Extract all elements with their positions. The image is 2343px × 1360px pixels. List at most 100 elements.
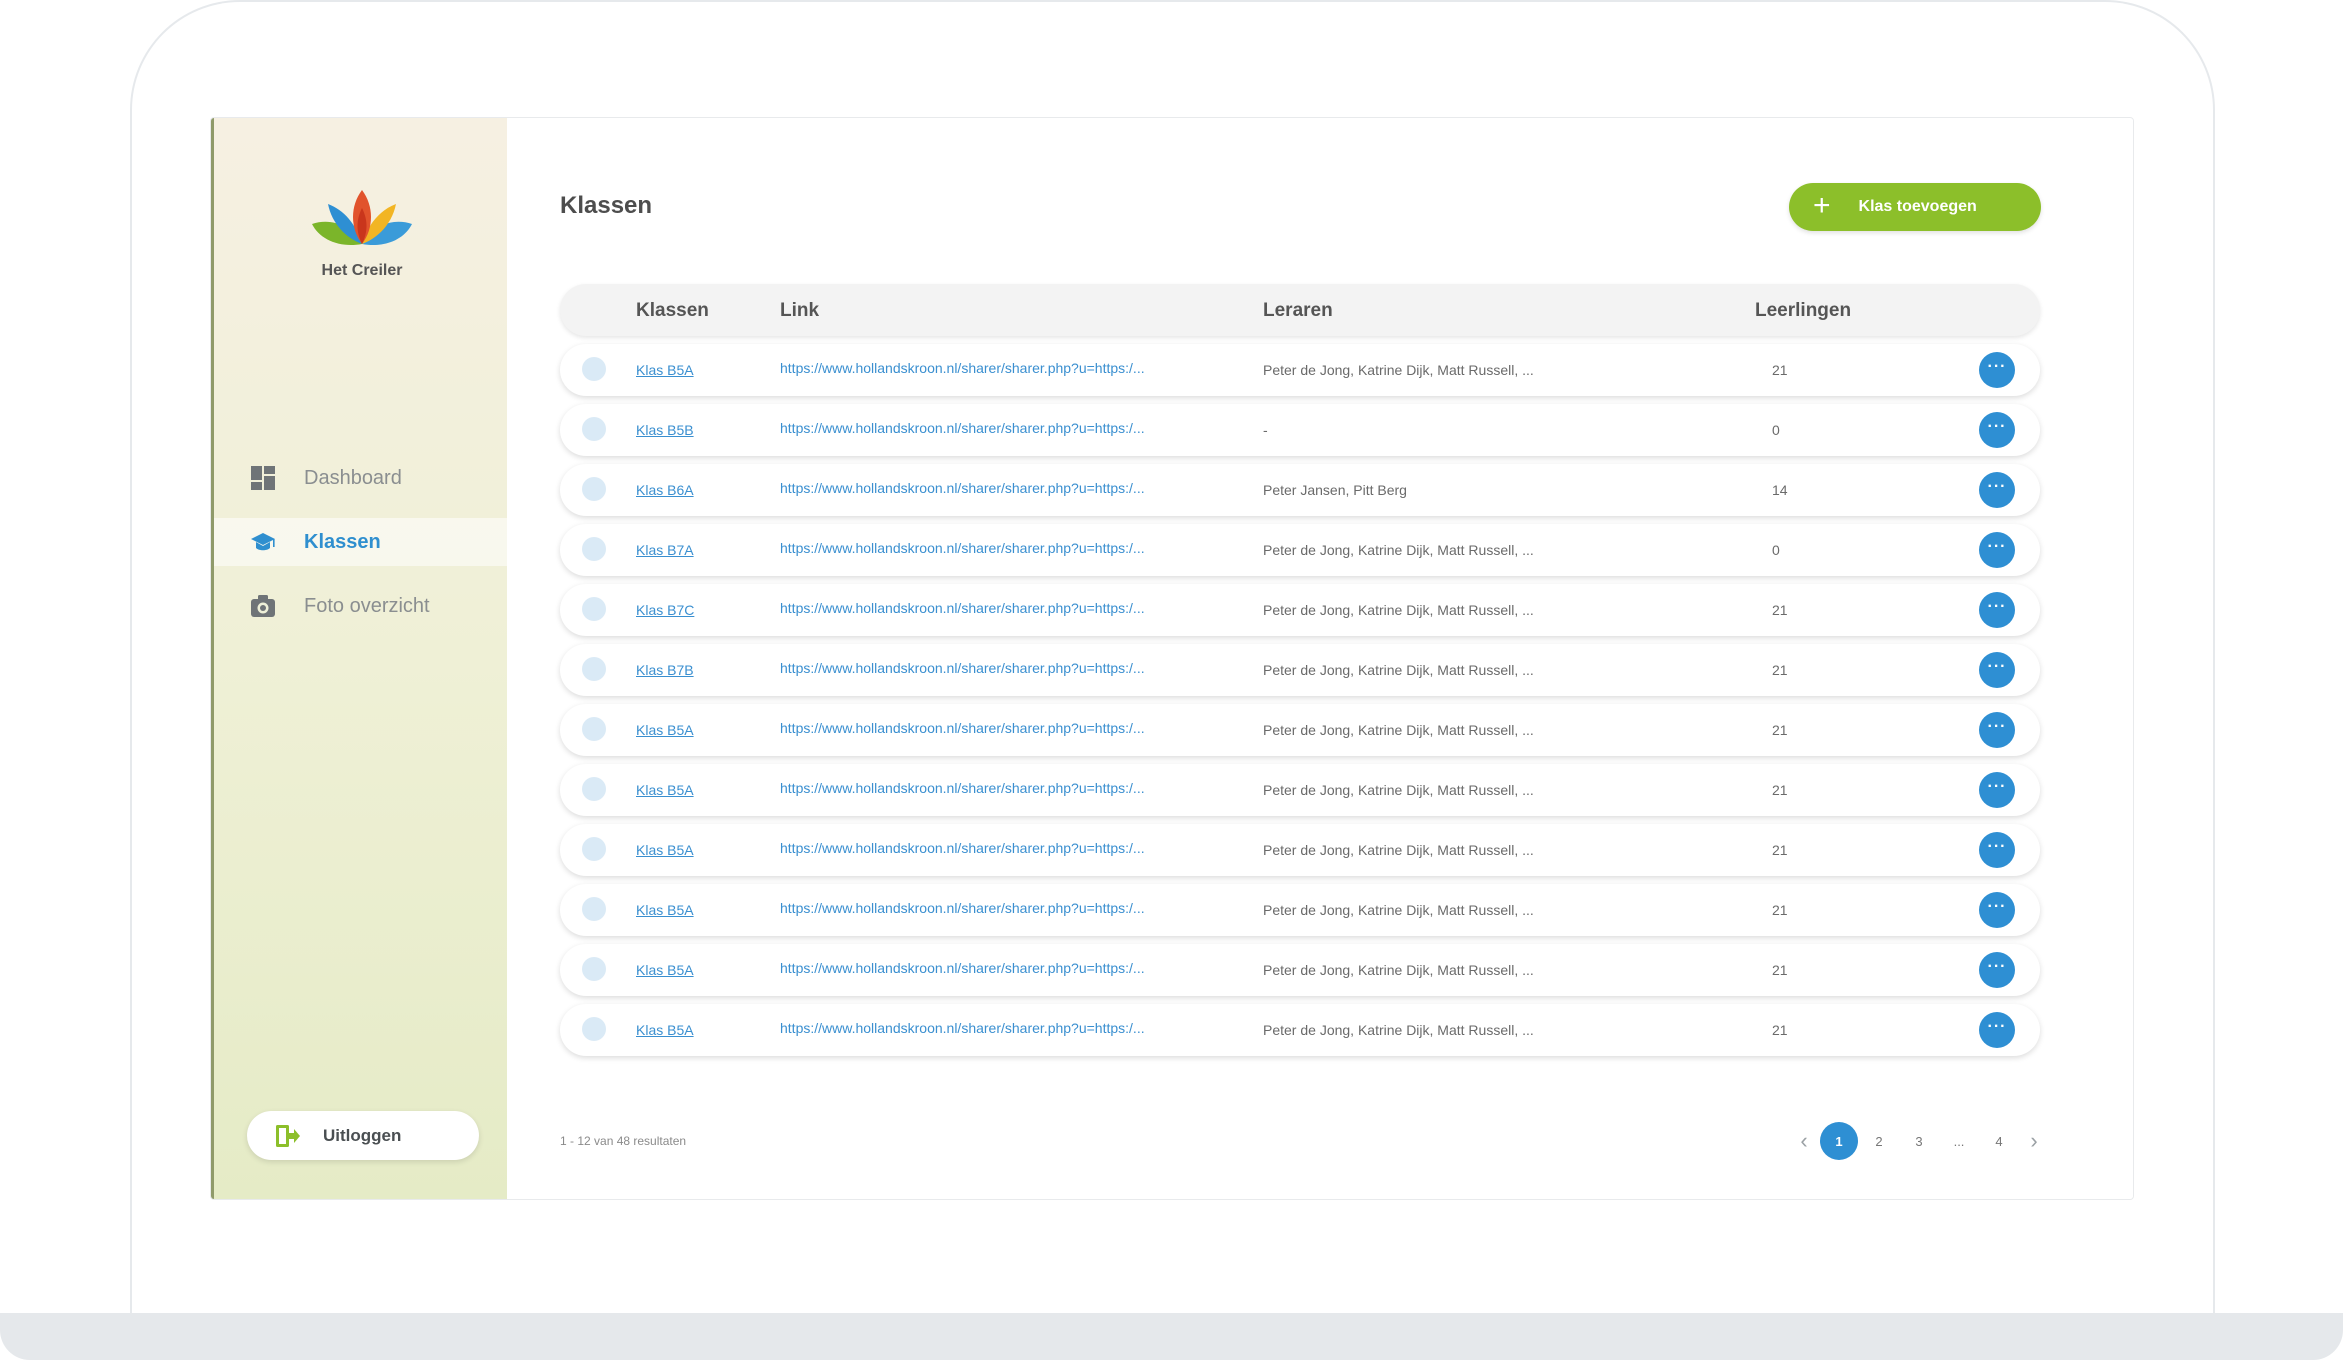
teachers-cell: Peter Jansen, Pitt Berg bbox=[1263, 482, 1407, 498]
class-name-link[interactable]: Klas B6A bbox=[636, 482, 694, 498]
class-name-link[interactable]: Klas B5B bbox=[636, 422, 694, 438]
row-more-button[interactable]: ··· bbox=[1979, 772, 2015, 808]
sidebar-nav: Dashboard Klassen Foto overzicht bbox=[214, 454, 510, 646]
pagination-page-3[interactable]: 3 bbox=[1899, 1122, 1939, 1160]
more-dots-icon: ··· bbox=[1987, 598, 2007, 615]
more-dots-icon: ··· bbox=[1987, 1018, 2007, 1035]
class-name-link[interactable]: Klas B7A bbox=[636, 542, 694, 558]
row-more-button[interactable]: ··· bbox=[1979, 832, 2015, 868]
share-link[interactable]: https://www.hollandskroon.nl/sharer/shar… bbox=[780, 600, 1145, 616]
teachers-cell: Peter de Jong, Katrine Dijk, Matt Russel… bbox=[1263, 1022, 1534, 1038]
table-row: Klas B6A https://www.hollandskroon.nl/sha… bbox=[560, 464, 2040, 516]
class-name-link[interactable]: Klas B7B bbox=[636, 662, 694, 678]
share-link[interactable]: https://www.hollandskroon.nl/sharer/shar… bbox=[780, 1020, 1145, 1036]
column-header-leraren: Leraren bbox=[1263, 300, 1333, 321]
sidebar-item-label: Dashboard bbox=[304, 466, 402, 489]
more-dots-icon: ··· bbox=[1987, 538, 2007, 555]
main-content: Klassen + Klas toevoegen Klassen Link Le… bbox=[507, 118, 2133, 1199]
more-dots-icon: ··· bbox=[1987, 478, 2007, 495]
row-select-checkbox[interactable] bbox=[582, 717, 606, 741]
teachers-cell: Peter de Jong, Katrine Dijk, Matt Russel… bbox=[1263, 782, 1534, 798]
table-row: Klas B7C https://www.hollandskroon.nl/sha… bbox=[560, 584, 2040, 636]
plus-icon: + bbox=[1813, 188, 1831, 222]
class-name-link[interactable]: Klas B5A bbox=[636, 722, 694, 738]
row-more-button[interactable]: ··· bbox=[1979, 412, 2015, 448]
row-select-checkbox[interactable] bbox=[582, 357, 606, 381]
class-name-link[interactable]: Klas B5A bbox=[636, 962, 694, 978]
share-link[interactable]: https://www.hollandskroon.nl/sharer/shar… bbox=[780, 900, 1145, 916]
class-name-link[interactable]: Klas B5A bbox=[636, 1022, 694, 1038]
class-name-link[interactable]: Klas B5A bbox=[636, 782, 694, 798]
share-link[interactable]: https://www.hollandskroon.nl/sharer/shar… bbox=[780, 720, 1145, 736]
share-link[interactable]: https://www.hollandskroon.nl/sharer/shar… bbox=[780, 480, 1145, 496]
row-select-checkbox[interactable] bbox=[582, 417, 606, 441]
row-select-checkbox[interactable] bbox=[582, 477, 606, 501]
more-dots-icon: ··· bbox=[1987, 658, 2007, 675]
class-name-link[interactable]: Klas B5A bbox=[636, 842, 694, 858]
row-select-checkbox[interactable] bbox=[582, 537, 606, 561]
more-dots-icon: ··· bbox=[1987, 358, 2007, 375]
sidebar-item-dashboard[interactable]: Dashboard bbox=[214, 454, 510, 502]
more-dots-icon: ··· bbox=[1987, 838, 2007, 855]
table-row: Klas B5A https://www.hollandskroon.nl/sha… bbox=[560, 764, 2040, 816]
table-row: Klas B5B https://www.hollandskroon.nl/sha… bbox=[560, 404, 2040, 456]
more-dots-icon: ··· bbox=[1987, 958, 2007, 975]
row-select-checkbox[interactable] bbox=[582, 597, 606, 621]
table-row: Klas B5A https://www.hollandskroon.nl/sha… bbox=[560, 884, 2040, 936]
row-select-checkbox[interactable] bbox=[582, 657, 606, 681]
class-name-link[interactable]: Klas B5A bbox=[636, 902, 694, 918]
teachers-cell: - bbox=[1263, 422, 1268, 438]
sidebar-item-klassen[interactable]: Klassen bbox=[214, 518, 510, 566]
share-link[interactable]: https://www.hollandskroon.nl/sharer/shar… bbox=[780, 780, 1145, 796]
app-window: Het Creiler Dashboard Klassen Foto overz… bbox=[210, 117, 2134, 1200]
row-more-button[interactable]: ··· bbox=[1979, 712, 2015, 748]
row-more-button[interactable]: ··· bbox=[1979, 1012, 2015, 1048]
share-link[interactable]: https://www.hollandskroon.nl/sharer/shar… bbox=[780, 660, 1145, 676]
share-link[interactable]: https://www.hollandskroon.nl/sharer/shar… bbox=[780, 540, 1145, 556]
pagination-next-button[interactable]: › bbox=[2019, 1122, 2049, 1160]
row-select-checkbox[interactable] bbox=[582, 897, 606, 921]
share-link[interactable]: https://www.hollandskroon.nl/sharer/shar… bbox=[780, 360, 1145, 376]
more-dots-icon: ··· bbox=[1987, 778, 2007, 795]
class-name-link[interactable]: Klas B7C bbox=[636, 602, 694, 618]
table-row: Klas B5A https://www.hollandskroon.nl/sha… bbox=[560, 704, 2040, 756]
students-count-cell: 21 bbox=[1772, 1022, 1788, 1038]
students-count-cell: 0 bbox=[1772, 422, 1780, 438]
add-class-button[interactable]: + Klas toevoegen bbox=[1789, 183, 2041, 231]
row-more-button[interactable]: ··· bbox=[1979, 592, 2015, 628]
table-row: Klas B5A https://www.hollandskroon.nl/sha… bbox=[560, 824, 2040, 876]
row-select-checkbox[interactable] bbox=[582, 777, 606, 801]
row-more-button[interactable]: ··· bbox=[1979, 532, 2015, 568]
share-link[interactable]: https://www.hollandskroon.nl/sharer/shar… bbox=[780, 960, 1145, 976]
more-dots-icon: ··· bbox=[1987, 898, 2007, 915]
row-select-checkbox[interactable] bbox=[582, 1017, 606, 1041]
row-more-button[interactable]: ··· bbox=[1979, 652, 2015, 688]
share-link[interactable]: https://www.hollandskroon.nl/sharer/shar… bbox=[780, 420, 1145, 436]
table-row: Klas B7A https://www.hollandskroon.nl/sha… bbox=[560, 524, 2040, 576]
table-row: Klas B5A https://www.hollandskroon.nl/sha… bbox=[560, 944, 2040, 996]
teachers-cell: Peter de Jong, Katrine Dijk, Matt Russel… bbox=[1263, 662, 1534, 678]
lotus-logo-icon bbox=[312, 190, 412, 246]
pagination-page-2[interactable]: 2 bbox=[1859, 1122, 1899, 1160]
row-select-checkbox[interactable] bbox=[582, 837, 606, 861]
logout-button[interactable]: Uitloggen bbox=[247, 1111, 479, 1160]
sidebar-item-foto-overzicht[interactable]: Foto overzicht bbox=[214, 582, 510, 630]
pagination-page-4[interactable]: 4 bbox=[1979, 1122, 2019, 1160]
logout-icon bbox=[273, 1122, 301, 1150]
class-name-link[interactable]: Klas B5A bbox=[636, 362, 694, 378]
share-link[interactable]: https://www.hollandskroon.nl/sharer/shar… bbox=[780, 840, 1145, 856]
pagination-prev-button[interactable]: ‹ bbox=[1789, 1122, 1819, 1160]
row-more-button[interactable]: ··· bbox=[1979, 352, 2015, 388]
row-more-button[interactable]: ··· bbox=[1979, 952, 2015, 988]
table-row: Klas B5A https://www.hollandskroon.nl/sha… bbox=[560, 344, 2040, 396]
results-count: 1 - 12 van 48 resultaten bbox=[560, 1134, 687, 1148]
row-more-button[interactable]: ··· bbox=[1979, 472, 2015, 508]
table-header: Klassen Link Leraren Leerlingen bbox=[560, 284, 2040, 336]
row-more-button[interactable]: ··· bbox=[1979, 892, 2015, 928]
teachers-cell: Peter de Jong, Katrine Dijk, Matt Russel… bbox=[1263, 722, 1534, 738]
row-select-checkbox[interactable] bbox=[582, 957, 606, 981]
pagination-page-1[interactable]: 1 bbox=[1820, 1122, 1858, 1160]
logo: Het Creiler bbox=[214, 188, 510, 280]
students-count-cell: 21 bbox=[1772, 722, 1788, 738]
students-count-cell: 21 bbox=[1772, 602, 1788, 618]
